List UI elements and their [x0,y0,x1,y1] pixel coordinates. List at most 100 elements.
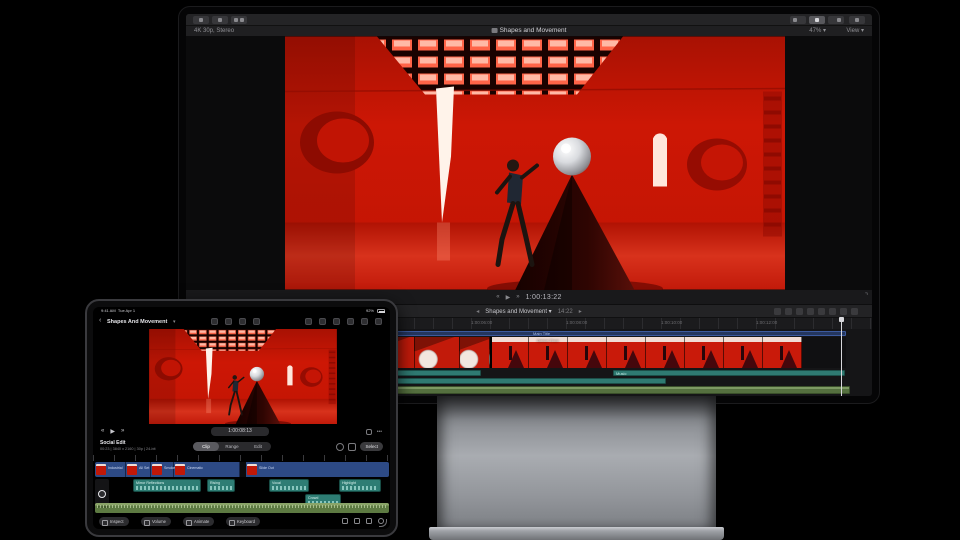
inspector-toggle-button[interactable] [828,16,844,24]
next-project-button[interactable]: ▸ [579,308,582,315]
trash-icon[interactable] [342,518,348,524]
ipad-center-tools [211,318,260,325]
select-button[interactable]: Select [360,442,383,451]
ruler-label: 1:00:08:00 [566,320,587,325]
waveform [272,486,306,490]
ipad-timecode-display[interactable]: 1:00:08:13 [211,427,269,436]
waveform [97,505,387,508]
placeholder-circle-icon [98,490,106,498]
viewer-icon[interactable] [361,318,368,325]
video-frame-red-room [147,329,339,424]
skimming-icon[interactable] [851,308,858,315]
ipad-primary-storyline[interactable]: Industrial All Set Smoke Cinematic Slide… [95,462,389,477]
timeline-toggle-button[interactable] [809,16,825,24]
play-button[interactable]: ▶ [110,428,115,435]
timeline-project-name[interactable]: Shapes and Movement ▾ [485,308,551,315]
audio-clip[interactable]: Rising [207,479,235,492]
project-duration: 14:22 [558,309,573,315]
battery-icon [377,309,385,313]
skip-forward-button[interactable]: » [516,294,519,300]
clip-browser-icon[interactable] [225,318,232,325]
mode-range[interactable]: Range [219,442,245,451]
share-button[interactable] [849,16,865,24]
battery-percent: 92% [366,308,374,313]
append-icon[interactable] [807,308,814,315]
viewer-view-menu[interactable]: View ▾ [846,26,864,36]
mac-toolbar [186,14,872,26]
audio-clip-music[interactable]: Music [613,370,845,376]
skip-forward-button[interactable]: » [121,428,124,435]
share-icon[interactable] [305,318,312,325]
clock: 9:41 AM Tue Apr 1 [101,308,135,313]
timeline-clip[interactable]: Smoke [151,462,174,477]
clapper-icon [492,28,498,33]
skip-back-button[interactable]: « [101,428,104,435]
monitor-stand [437,396,716,529]
ipad-status-bar: 9:41 AM Tue Apr 1 92% [93,307,390,314]
render-icon[interactable] [319,318,326,325]
mode-edit[interactable]: Edit [245,442,271,451]
audio-clip[interactable]: Highlight [339,479,381,492]
duplicate-icon[interactable] [354,518,360,524]
connect-icon[interactable] [785,308,792,315]
viewer-zoom-control[interactable]: 47% ▾ [809,26,826,36]
play-button[interactable]: ▶ [506,294,511,301]
project-specs: 00:23 | 3840 x 2160 | 30p | 24-bit [100,447,156,451]
overwrite-icon[interactable] [818,308,825,315]
previous-project-button[interactable]: ◂ [476,308,479,315]
audio-clip[interactable]: Vocal [269,479,309,492]
import-media-button[interactable] [193,16,209,24]
browser-toggle-button[interactable] [790,16,806,24]
mic-icon[interactable] [239,318,246,325]
speed-icon[interactable] [333,318,340,325]
volume-button[interactable]: Volume [141,517,171,526]
skip-back-button[interactable]: « [496,294,499,300]
chevron-down-icon: ▾ [173,319,176,325]
chevron-down-icon: ▾ [861,28,864,34]
ipad-right-tools [305,318,382,325]
video-thumbnail [763,337,802,368]
clip-thumbnail [152,464,162,475]
playhead[interactable] [841,317,842,396]
music-track-clip[interactable]: Hi Hat [95,503,389,513]
keyboard-button[interactable]: Keyboard [226,517,260,526]
loop-icon[interactable] [366,429,372,435]
trim-icon[interactable] [829,308,836,315]
back-chevron-icon[interactable]: ‹ [99,317,101,324]
chevron-down-icon: ▾ [549,309,552,315]
record-icon[interactable] [253,318,260,325]
keyword-editor-button[interactable] [212,16,228,24]
animate-button[interactable]: Animate [183,517,214,526]
ipad-project-title[interactable]: Shapes And Movement [107,319,167,325]
background-tasks-button[interactable] [231,16,247,24]
snapping-icon[interactable] [336,443,344,451]
inspect-button[interactable]: Inspect [99,517,129,526]
more-options-button[interactable]: ••• [377,429,382,435]
jog-wheel-icon[interactable] [375,318,382,325]
desk-scene: 4K 30p, Stereo Shapes and Movement 47% ▾… [0,0,960,540]
effects-icon[interactable] [840,308,847,315]
insert-icon[interactable] [796,308,803,315]
chevron-down-icon: ▾ [823,28,826,34]
ipad-timeline-ruler[interactable] [93,455,390,461]
timeline-tools [774,308,858,315]
project-format-info: 4K 30p, Stereo [194,26,234,36]
ruler-label: 1:00:12:00 [756,320,777,325]
mute-icon[interactable] [366,518,372,524]
resize-handle-icon[interactable]: ⌝ [865,292,868,300]
mode-clip[interactable]: Clip [193,442,219,451]
clip-thumbnail [96,464,106,475]
video-thumbnail [607,337,646,368]
undo-icon[interactable] [211,318,218,325]
timeline-clip[interactable]: Slide Out [246,462,389,477]
video-thumbnail [724,337,763,368]
timeline-project-name[interactable]: Social Edit [100,440,126,446]
timeline-clip[interactable]: All Set [126,462,151,477]
timeline-clip[interactable]: Industrial [95,462,126,477]
index-icon[interactable] [774,308,781,315]
media-icon[interactable] [347,318,354,325]
audio-clip[interactable]: Mirror Reflections [133,479,201,492]
ipad-transport-bar: « ▶ » 1:00:08:13 ••• [93,424,390,439]
timeline-clip[interactable]: Cinematic [174,462,240,477]
zoom-fit-icon[interactable] [348,443,356,451]
